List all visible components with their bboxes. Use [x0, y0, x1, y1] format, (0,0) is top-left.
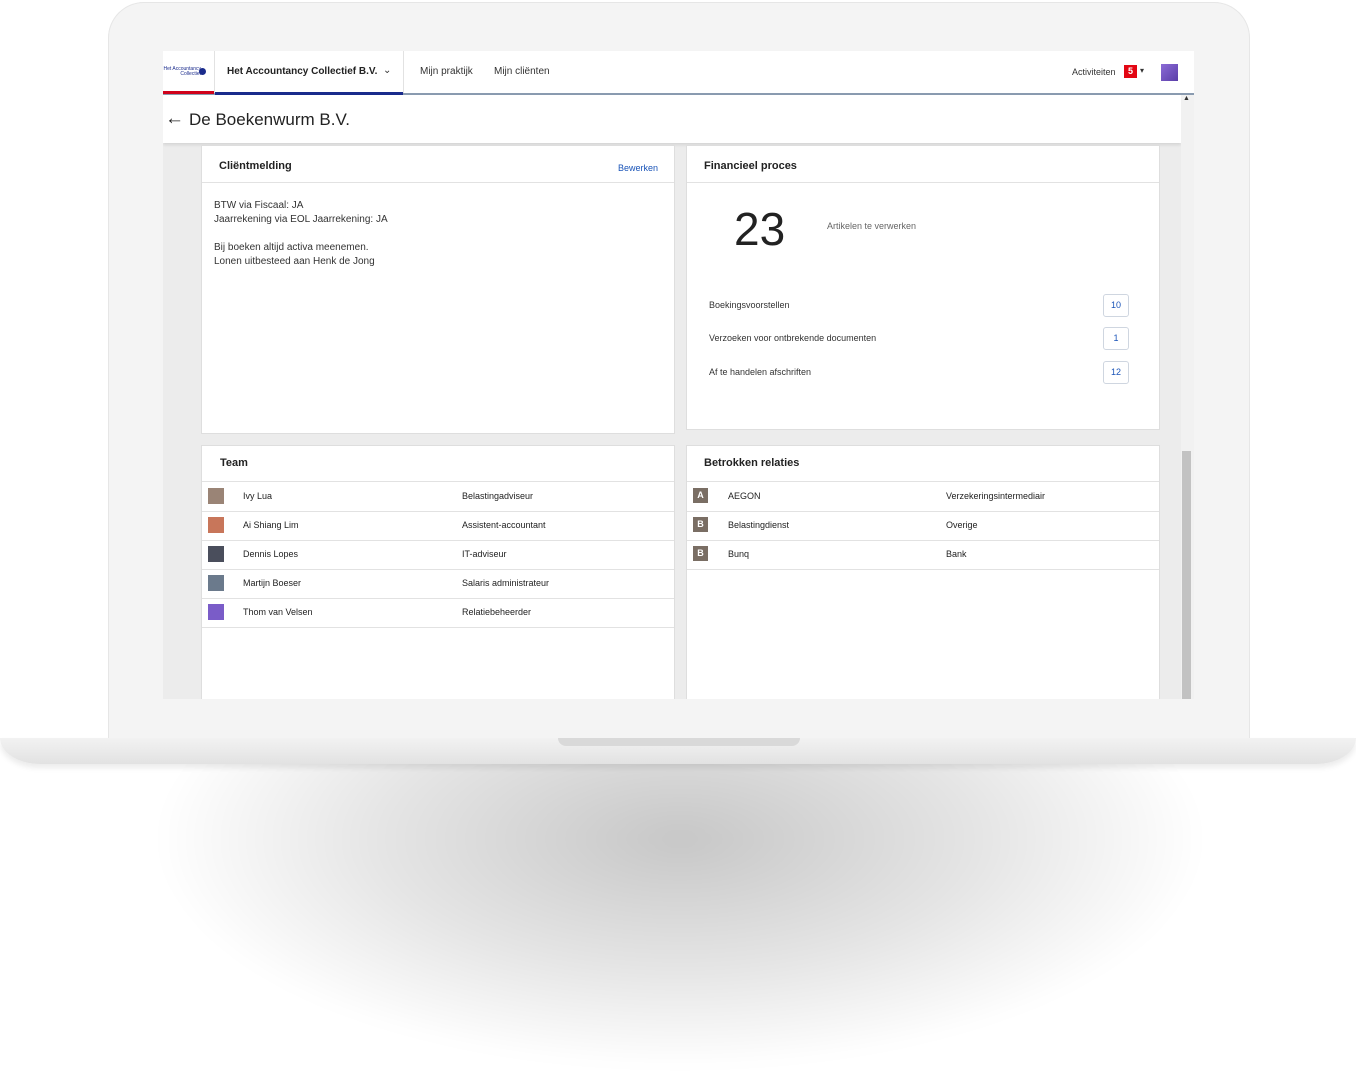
- logo-accent-bar: [163, 91, 214, 94]
- relation-type: Bank: [946, 549, 967, 559]
- relation-badge: A: [693, 488, 708, 503]
- team-title: Team: [220, 457, 248, 469]
- user-avatar[interactable]: [1161, 64, 1178, 81]
- relation-row[interactable]: B Belastingdienst Overige: [687, 511, 1159, 541]
- team-member-row[interactable]: Thom van Velsen Relatiebeheerder: [202, 598, 674, 628]
- relation-row[interactable]: B Bunq Bank: [687, 540, 1159, 570]
- card-header: Cliëntmelding Bewerken: [202, 146, 674, 183]
- laptop-shadow: [150, 740, 1210, 1070]
- member-role: Relatiebeheerder: [462, 607, 532, 617]
- avatar: [208, 575, 224, 591]
- related-parties-card: Betrokken relaties A AEGON Verzekeringsi…: [686, 445, 1160, 699]
- scrollbar-thumb[interactable]: [1182, 451, 1191, 699]
- statements-label[interactable]: Af te handelen afschriften: [709, 367, 811, 377]
- card-header: Betrokken relaties: [687, 446, 1159, 482]
- activities-link[interactable]: Activiteiten: [1072, 67, 1116, 77]
- activities-count-badge: 5: [1124, 65, 1137, 78]
- missing-documents-count[interactable]: 1: [1103, 327, 1129, 350]
- team-member-row[interactable]: Ivy Lua Belastingadviseur: [202, 482, 674, 512]
- organization-name: Het Accountancy Collectief B.V.: [227, 66, 378, 77]
- nav-my-clients[interactable]: Mijn cliënten: [494, 66, 550, 77]
- team-member-row[interactable]: Dennis Lopes IT-adviseur: [202, 540, 674, 570]
- avatar: [208, 488, 224, 504]
- statements-count[interactable]: 12: [1103, 361, 1129, 384]
- organization-switcher[interactable]: Het Accountancy Collectief B.V. ⌄: [214, 51, 404, 95]
- items-to-process-count: 23: [734, 203, 786, 255]
- team-member-row[interactable]: Martijn Boeser Salaris administrateur: [202, 569, 674, 599]
- laptop-notch: [558, 738, 800, 746]
- member-name: Dennis Lopes: [243, 549, 299, 559]
- back-arrow-icon[interactable]: ←: [165, 108, 184, 130]
- logo-mark-icon: [199, 68, 206, 75]
- member-name: Ai Shiang Lim: [243, 520, 299, 530]
- member-name: Ivy Lua: [243, 491, 273, 501]
- items-to-process-label: Artikelen te verwerken: [827, 221, 917, 231]
- member-name: Thom van Velsen: [243, 607, 313, 617]
- member-name: Martijn Boeser: [243, 578, 302, 588]
- page-header: ← De Boekenwurm B.V.: [163, 95, 1181, 143]
- nav-my-practice[interactable]: Mijn praktijk: [420, 66, 473, 77]
- top-navigation-bar: Het Accountancy Collectief Het Accountan…: [163, 51, 1194, 95]
- relation-row[interactable]: A AEGON Verzekeringsintermediair: [687, 482, 1159, 512]
- team-card: Team Ivy Lua Belastingadviseur Ai Shiang…: [201, 445, 675, 699]
- team-member-row[interactable]: Ai Shiang Lim Assistent-accountant: [202, 511, 674, 541]
- edit-button[interactable]: Bewerken: [618, 163, 658, 173]
- company-logo[interactable]: Het Accountancy Collectief: [163, 65, 213, 79]
- relation-name: Belastingdienst: [728, 520, 790, 530]
- financial-process-card: Financieel proces 23 Artikelen te verwer…: [686, 145, 1160, 430]
- card-header: Financieel proces: [687, 146, 1159, 183]
- avatar: [208, 517, 224, 533]
- relation-type: Verzekeringsintermediair: [946, 491, 1046, 501]
- card-header: Team: [202, 446, 674, 482]
- note-line: Bij boeken altijd activa meenemen.: [214, 242, 369, 253]
- logo-text: Het Accountancy Collectief: [163, 66, 201, 77]
- chevron-down-icon: ⌄: [383, 65, 392, 76]
- note-line: Jaarrekening via EOL Jaarrekening: JA: [214, 214, 388, 225]
- booking-proposals-label[interactable]: Boekingsvoorstellen: [709, 300, 790, 310]
- caret-down-icon[interactable]: ▾: [1140, 66, 1144, 75]
- missing-documents-label[interactable]: Verzoeken voor ontbrekende documenten: [709, 333, 876, 343]
- relation-type: Overige: [946, 520, 978, 530]
- note-line: BTW via Fiscaal: JA: [214, 200, 304, 211]
- financial-process-title: Financieel proces: [704, 160, 797, 172]
- app-screen: Het Accountancy Collectief Het Accountan…: [163, 51, 1194, 699]
- member-role: Belastingadviseur: [462, 491, 534, 501]
- avatar: [208, 604, 224, 620]
- avatar: [208, 546, 224, 562]
- member-role: Salaris administrateur: [462, 578, 550, 588]
- relation-badge: B: [693, 517, 708, 532]
- scroll-up-icon[interactable]: ▲: [1183, 95, 1190, 102]
- related-parties-title: Betrokken relaties: [704, 457, 800, 469]
- page-title: De Boekenwurm B.V.: [189, 110, 350, 129]
- relation-name: AEGON: [728, 491, 761, 501]
- member-role: IT-adviseur: [462, 549, 507, 559]
- relation-badge: B: [693, 546, 708, 561]
- note-line: Lonen uitbesteed aan Henk de Jong: [214, 256, 375, 267]
- booking-proposals-count[interactable]: 10: [1103, 294, 1129, 317]
- client-note-card: Cliëntmelding Bewerken BTW via Fiscaal: …: [201, 145, 675, 434]
- member-role: Assistent-accountant: [462, 520, 546, 530]
- client-note-title: Cliëntmelding: [219, 160, 292, 172]
- relation-name: Bunq: [728, 549, 750, 559]
